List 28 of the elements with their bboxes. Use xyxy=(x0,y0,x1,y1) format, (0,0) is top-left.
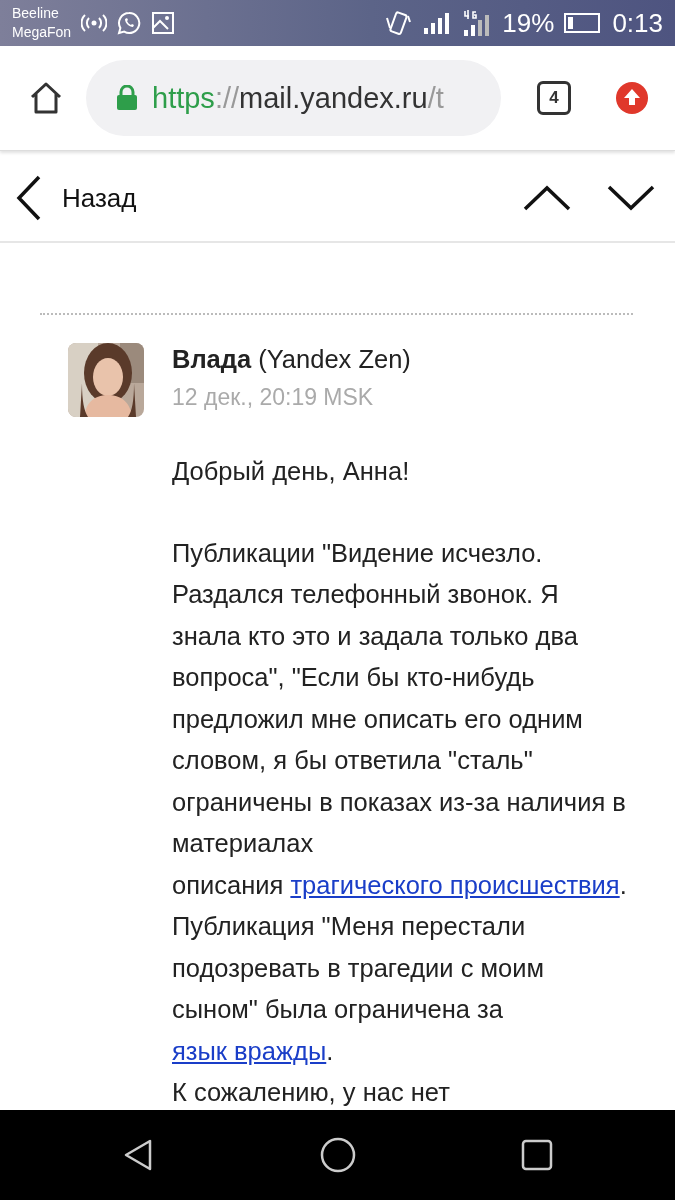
message-date: 12 дек., 20:19 MSK xyxy=(172,384,375,411)
vibrate-icon xyxy=(384,10,413,36)
battery-icon xyxy=(564,12,603,34)
chevron-up-icon[interactable] xyxy=(523,185,571,211)
clock: 0:13 xyxy=(612,7,663,39)
battery-percent: 19% xyxy=(502,7,555,39)
url-text: https://mail.yandex.ru/t xyxy=(152,81,444,115)
recent-apps-icon[interactable] xyxy=(520,1139,553,1171)
sender-name: Влада (Yandex Zen) xyxy=(172,345,412,374)
update-icon[interactable] xyxy=(615,81,649,115)
message-text: Добрый день, Анна! xyxy=(172,456,411,487)
home-icon[interactable] xyxy=(28,80,64,116)
chevron-down-icon[interactable] xyxy=(607,185,655,211)
message-text: К сожалению, у нас нет xyxy=(172,1077,451,1108)
chevron-left-icon xyxy=(16,175,42,221)
chat-icon xyxy=(117,11,142,35)
tab-count-button[interactable]: 4 xyxy=(537,81,571,115)
text-link[interactable]: язык вражды xyxy=(172,1036,327,1065)
message-text: описания трагического происшествия. Публикация "Меня перестали подозревать в трагедии с моим сыном" была ограничена за язык вражды. xyxy=(172,869,628,1067)
home-icon[interactable] xyxy=(320,1137,357,1173)
address-bar[interactable]: https://mail.yandex.ru/t xyxy=(86,60,501,136)
image-icon xyxy=(151,11,176,35)
back-button[interactable]: Назад xyxy=(16,175,137,221)
carrier-name: MegaFon xyxy=(12,23,72,42)
lock-icon xyxy=(116,85,138,111)
carrier-name: Beeline xyxy=(12,4,60,23)
text-link[interactable]: трагического происшествия xyxy=(290,870,620,899)
hotspot-icon xyxy=(81,12,108,34)
